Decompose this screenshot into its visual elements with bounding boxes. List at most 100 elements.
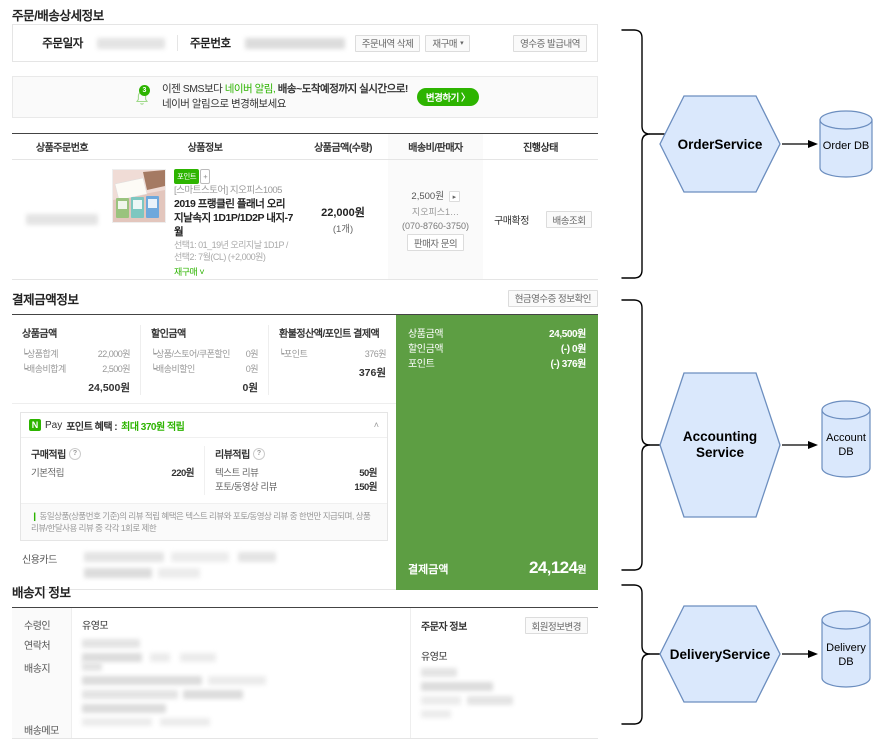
screenshot-root: 주문/배송상세정보 주문일자 주문번호 주문내역 삭제 재구매 ▾ 영수증 발급… [0,0,889,744]
row-label: 기본적립 [31,468,64,479]
cell-shipping-seller: 2,500원 ▸ 지오피스1… (070-8760-3750) 판매자 문의 [388,160,483,279]
notice-line2: 네이버 알림으로 변경해보세요 [161,98,286,110]
npay-card-header[interactable]: N Pay 포인트 혜택 : 최대 370원 적립 ˄ [21,413,387,438]
arrow-accounting-to-db [782,441,818,449]
list-item: 상품금액 24,500원 [408,327,586,342]
row-label: ┕포인트 [279,349,308,359]
label-address: 배송지 [24,664,51,675]
delivery-body: 수령인 연락처 배송지 배송메모 유영모 주문자 정보 회원정보변경 유영모 [12,607,598,739]
naver-notify-banner[interactable]: 3 이젠 SMS보다 네이버 알림, 배송~도착예정까지 실시간으로! 네이버 … [12,76,598,118]
store-name[interactable]: [스마트스토어] 지오피스1005 [174,184,294,197]
list-item: ┕상품/스토어/쿠폰할인 0원 [151,347,259,362]
footnote-text: 동일상품(상품번호 기준)의 리뷰 적립 혜택은 텍스트 리뷰와 포토/동영상 … [31,511,371,533]
list-item: 포토/동영상 리뷰 150원 [215,481,377,495]
payment-section: 결제금액정보 현금영수증 정보확인 상품금액 ┕상품합계 22,000원 ┕배송… [12,288,598,590]
product-text-block: 포인트 + [스마트스토어] 지오피스1005 2019 프랭클린 플래너 오리지… [174,169,294,279]
npay-footnote: ❙ 동일상품(상품번호 기준)의 리뷰 적립 혜택은 텍스트 리뷰와 포토/동영… [21,503,387,540]
node-account-db: Account DB [821,400,871,478]
payment-title: 결제금액정보 [12,292,79,307]
order-number-masked [26,214,98,225]
notice-line1-a: 이젠 SMS보다 [161,83,225,95]
delivery-db-label-line2: DB [838,656,853,668]
footnote-bar-icon: ❙ [31,511,38,521]
architecture-diagram: OrderService Order DB Accounting Service… [610,0,889,744]
product-option: 선택1: 01_19년 오리지날 1D1P / 선택2: 7월(CL) (+2,… [174,240,288,262]
discount-amount-title: 할인금액 [151,329,186,340]
row-value: 50원 [359,468,377,479]
notice-text: 이젠 SMS보다 네이버 알림, 배송~도착예정까지 실시간으로! 네이버 알림… [162,82,408,112]
purchase-points-title: 구매적립 ? [31,446,194,461]
edit-member-info-button[interactable]: 회원정보변경 [524,617,588,634]
cell-status: 구매확정 [483,160,540,279]
node-accounting-service: Accounting Service [659,372,781,518]
review-points-label: 리뷰적립 [215,450,250,461]
track-delivery-button[interactable]: 배송조회 [545,211,593,228]
payment-breakdown: 상품금액 ┕상품합계 22,000원 ┕배송비합계 2,500원 24,500원 [12,315,396,590]
product-table-header: 상품주문번호 상품정보 상품금액(수량) 배송비/판매자 진행상태 [12,133,598,160]
orderer-title: 주문자 정보 [421,622,467,633]
row-value: 2,500원 [102,364,130,374]
product-thumbnail[interactable] [112,169,166,223]
accounting-service-label-line2: Service [696,445,745,460]
label-memo: 배송메모 [24,726,59,737]
receipt-history-button[interactable]: 영수증 발급내역 [513,34,587,52]
arrow-order-to-db [782,140,818,148]
col-shipping-seller: 배송비/판매자 [388,134,483,159]
node-delivery-db: Delivery DB [821,610,871,688]
delivery-section: 배송지 정보 수령인 연락처 배송지 배송메모 유영모 주문자 정보 회원정보변… [12,582,598,739]
cash-receipt-button[interactable]: 현금영수증 정보확인 [507,289,598,307]
col-order-number: 상품주문번호 [35,143,89,154]
accounting-service-label-line1: Accounting [683,429,757,444]
change-settings-button[interactable]: 변경하기 〉 [416,88,480,106]
delete-order-button[interactable]: 주문내역 삭제 [354,34,421,52]
plus-badge: + [200,169,211,184]
chevron-up-icon[interactable]: ˄ [374,420,379,430]
purchase-points-label: 구매적립 [31,450,66,461]
refund-point-col: 환불정산액/포인트 결제액 ┕포인트 376원 376원 [268,325,396,395]
seller-name: 지오피스1… [411,207,460,218]
cell-product-info: 포인트 + [스마트스토어] 지오피스1005 2019 프랭클린 플래너 오리지… [112,160,298,279]
product-amount-col: 상품금액 ┕상품합계 22,000원 ┕배송비합계 2,500원 24,500원 [12,325,140,395]
col-product-info: 상품정보 [187,143,223,154]
notice-line1-highlight: 네이버 알림, [224,83,276,95]
product-amount-title: 상품금액 [22,329,57,340]
account-db-label-line1: Account [826,432,866,444]
cell-amount: 22,000원 (1개) [298,160,388,279]
row-value: 22,000원 [97,349,131,359]
product-rebuy-link[interactable]: 재구매 ˅ [174,266,294,279]
info-arrow-icon[interactable]: ▸ [448,191,460,203]
delivery-labels: 수령인 연락처 배송지 배송메모 [12,608,72,738]
purchase-points-col: 구매적립 ? 기본적립 220원 [21,446,204,495]
total-unit: 원 [577,565,586,576]
row-value: 376원 [364,349,387,359]
shipping-fee-value: 2,500원 [411,190,444,202]
npay-highlight: 최대 370원 적립 [121,421,185,433]
seller-inquiry-button[interactable]: 판매자 문의 [406,234,465,252]
diagram-svg: OrderService Order DB Accounting Service… [621,29,873,725]
label-recipient: 수령인 [24,621,51,632]
page-title: 주문/배송상세정보 [12,9,104,23]
recipient-name: 유영모 [82,621,109,632]
help-icon[interactable]: ? [252,447,265,460]
total-number: 24,124 [528,558,578,577]
total-value: 24,124원 [528,558,587,578]
account-db-label-line2: DB [838,446,853,458]
naver-logo-icon: N [29,419,41,431]
total-label: 결제금액 [408,564,449,576]
order-db-label: Order DB [823,140,869,152]
payment-body: 상품금액 ┕상품합계 22,000원 ┕배송비합계 2,500원 24,500원 [12,314,598,590]
cell-order-number [12,160,112,279]
order-service-label: OrderService [678,137,763,152]
product-name[interactable]: 2019 프랭클린 플래너 오리지날속지 1D1P/1D2P 내지-7월 [174,197,294,239]
table-row: 포인트 + [스마트스토어] 지오피스1005 2019 프랭클린 플래너 오리지… [12,160,598,280]
review-points-title: 리뷰적립 ? [215,446,377,461]
contact-masked [82,637,410,662]
node-order-service: OrderService [659,95,781,193]
help-icon[interactable]: ? [68,447,81,460]
list-item: 기본적립 220원 [31,467,194,481]
list-item: 텍스트 리뷰 50원 [215,467,377,481]
rebuy-button[interactable]: 재구매 ▾ [425,34,471,52]
node-delivery-service: DeliveryService [659,605,781,703]
row-label: ┕상품합계 [22,349,59,359]
delivery-service-label: DeliveryService [670,647,771,662]
